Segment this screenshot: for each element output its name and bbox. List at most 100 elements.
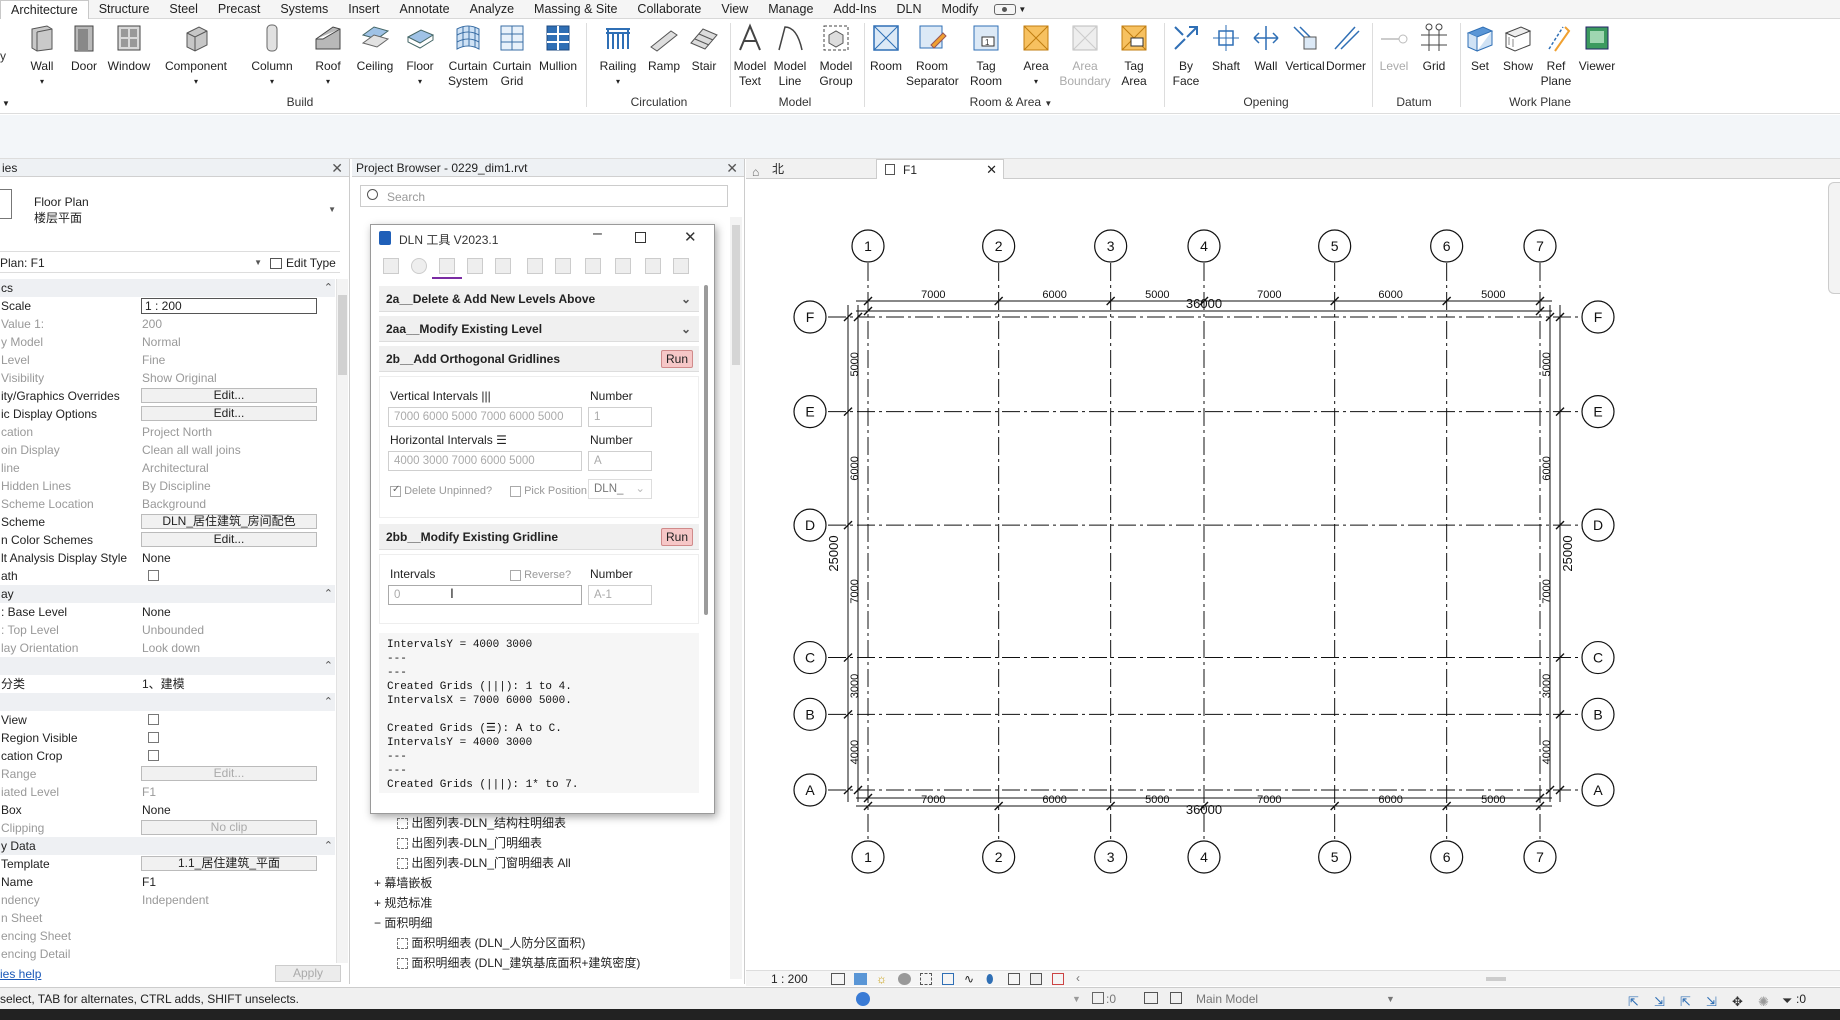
floor-plan-drawing[interactable]: 1 1 2 2 3 3 4 4 5 5 6 6 7 7 F F E E D D C C B B A A 7000 6000 5000 70… <box>746 180 1840 970</box>
tab-view[interactable]: View <box>711 0 758 19</box>
property-section-header[interactable]: ⌃ <box>0 657 335 675</box>
pick-position-checkbox[interactable]: Pick Position <box>510 485 587 497</box>
wall-button[interactable]: Wall ▾ <box>22 23 62 89</box>
tool-icon[interactable] <box>673 258 689 274</box>
temporary-hide-icon[interactable]: ⬮ <box>986 972 994 987</box>
tree-group[interactable]: − 面积明细 <box>374 914 432 931</box>
reverse-checkbox[interactable]: Reverse? <box>510 569 571 581</box>
vertical-opening-button[interactable]: Vertical <box>1284 23 1326 74</box>
properties-scrollbar[interactable] <box>336 279 348 963</box>
set-work-plane-button[interactable]: Set <box>1460 23 1500 74</box>
tool-icon[interactable] <box>645 258 661 274</box>
tab-precast[interactable]: Precast <box>208 0 270 19</box>
tool-icon[interactable] <box>495 258 511 274</box>
property-section-header[interactable]: ⌃ <box>0 693 335 711</box>
tab-dln[interactable]: DLN <box>887 0 932 19</box>
tab-systems[interactable]: Systems <box>270 0 338 19</box>
shadows-icon[interactable] <box>898 973 911 985</box>
railing-button[interactable]: Railing ▾ <box>594 23 642 89</box>
view-tab-f1[interactable]: F1 ✕ <box>876 159 1004 179</box>
edit-type-button[interactable]: Edit Type <box>270 254 340 272</box>
property-checkbox[interactable] <box>148 732 159 743</box>
vertical-intervals-input[interactable]: 7000 6000 5000 7000 6000 5000 <box>388 407 582 427</box>
ref-plane-button[interactable]: Ref Plane <box>1536 23 1576 89</box>
opening-by-face-button[interactable]: By Face <box>1166 23 1206 89</box>
browser-scrollbar[interactable] <box>730 217 742 979</box>
reveal-hidden-icon[interactable] <box>1008 973 1020 985</box>
tree-item[interactable]: 面积明细表 (DLN_建筑基底面积+建筑密度) <box>397 954 640 971</box>
tool-icon[interactable] <box>383 258 399 274</box>
worksharing-icon[interactable] <box>1030 973 1042 985</box>
ramp-button[interactable]: Ramp <box>644 23 684 74</box>
tab-collaborate[interactable]: Collaborate <box>627 0 711 19</box>
model-group-button[interactable]: Model Group <box>812 23 860 89</box>
expand-icon[interactable]: + <box>374 896 381 910</box>
show-crop-icon[interactable] <box>942 973 954 985</box>
tool-icon[interactable] <box>615 258 631 274</box>
delete-unpinned-checkbox[interactable]: ✓ Delete Unpinned? <box>390 484 492 497</box>
tool-icon[interactable] <box>467 258 483 274</box>
tab-analyze[interactable]: Analyze <box>460 0 524 19</box>
tool-icon[interactable] <box>527 258 543 274</box>
room-separator-button[interactable]: Room Separator <box>906 23 959 89</box>
area-button[interactable]: Area ▾ <box>1016 23 1056 89</box>
property-edit-button[interactable]: Edit... <box>141 766 317 781</box>
tool-icon[interactable] <box>411 258 427 274</box>
column-button[interactable]: Column ▾ <box>246 23 298 89</box>
horizontal-intervals-input[interactable]: 4000 3000 7000 6000 5000 <box>388 451 582 471</box>
ceiling-button[interactable]: Ceiling <box>352 23 398 74</box>
component-button[interactable]: Component ▾ <box>160 23 232 89</box>
design-options-icon[interactable] <box>1144 992 1158 1004</box>
workset-icon[interactable] <box>856 992 870 1006</box>
property-edit-button[interactable]: 1.1_居住建筑_平面 <box>141 856 317 871</box>
property-edit-button[interactable]: Edit... <box>141 388 317 403</box>
view-instance-dropdown[interactable]: Plan: F1 ▼ <box>0 254 266 272</box>
intervals-input[interactable]: 0 <box>388 585 582 605</box>
tool-icon[interactable] <box>585 258 601 274</box>
property-checkbox[interactable] <box>148 570 159 581</box>
sun-path-icon[interactable]: ☼ <box>876 972 887 986</box>
tab-steel[interactable]: Steel <box>159 0 208 19</box>
browser-search-input[interactable]: Search <box>360 185 728 207</box>
model-line-button[interactable]: Model Line <box>770 23 810 89</box>
visual-style-icon[interactable] <box>854 973 867 985</box>
collapse-icon[interactable]: ⌃ <box>324 657 333 675</box>
view-scale[interactable]: 1 : 200 <box>771 971 808 987</box>
dialog-scrollbar[interactable] <box>702 281 710 796</box>
tab-annotate[interactable]: Annotate <box>390 0 460 19</box>
collapse-icon[interactable]: ⌃ <box>324 585 333 603</box>
tree-item[interactable]: 出图列表-DLN_门明细表 <box>397 834 542 851</box>
tab-insert[interactable]: Insert <box>338 0 389 19</box>
model-text-button[interactable]: Model Text <box>730 23 770 89</box>
tab-manage[interactable]: Manage <box>758 0 823 19</box>
door-button[interactable]: Door <box>64 23 104 74</box>
active-model-dropdown[interactable]: Main Model ▼ <box>1196 988 1396 1010</box>
output-log[interactable]: IntervalsY = 4000 3000 --- --- Created G… <box>379 633 699 793</box>
room-button[interactable]: Room <box>866 23 906 74</box>
type-selector[interactable]: Floor Plan 楼层平面 ▼ <box>0 183 340 229</box>
tab-structure[interactable]: Structure <box>89 0 160 19</box>
tool-icon[interactable] <box>555 258 571 274</box>
horizontal-number-input[interactable]: A <box>588 451 652 471</box>
show-work-plane-button[interactable]: Show <box>1498 23 1538 74</box>
expand-icon[interactable]: + <box>374 876 381 890</box>
collapse-icon[interactable]: ⌃ <box>324 693 333 711</box>
property-checkbox[interactable] <box>148 750 159 761</box>
wall-opening-button[interactable]: Wall <box>1246 23 1286 74</box>
drawing-area[interactable]: 1 1 2 2 3 3 4 4 5 5 6 6 7 7 F F E E D D C C B B A A 7000 6000 5000 70… <box>746 180 1840 970</box>
curtain-system-button[interactable]: Curtain System <box>446 23 490 89</box>
detail-level-icon[interactable] <box>831 973 845 985</box>
property-checkbox[interactable] <box>148 714 159 725</box>
horizontal-scrollbar[interactable] <box>1486 977 1506 981</box>
prefix-dropdown[interactable]: DLN_ ⌄ <box>588 479 652 499</box>
chevron-down-icon[interactable]: ▼ <box>2 99 10 108</box>
run-button[interactable]: Run <box>661 350 693 368</box>
viewer-button[interactable]: Viewer <box>1574 23 1620 74</box>
floor-button[interactable]: Floor ▾ <box>400 23 440 89</box>
maximize-icon[interactable] <box>635 232 646 243</box>
area-boundary-button[interactable]: Area Boundary <box>1058 23 1112 89</box>
chevron-down-icon[interactable]: ⌄ <box>681 316 691 342</box>
curtain-grid-button[interactable]: Curtain Grid <box>492 23 532 89</box>
window-button[interactable]: Window <box>104 23 154 74</box>
view-tab-north[interactable]: ⌂ 北 <box>746 159 866 179</box>
